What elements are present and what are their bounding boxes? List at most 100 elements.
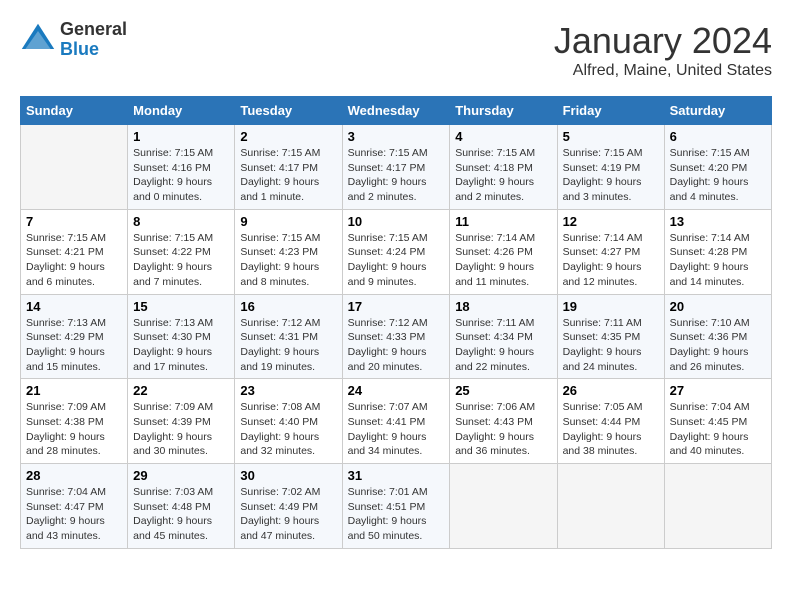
calendar-cell: 19 Sunrise: 7:11 AM Sunset: 4:35 PM Dayl… [557, 294, 664, 379]
calendar-cell: 3 Sunrise: 7:15 AM Sunset: 4:17 PM Dayli… [342, 125, 450, 210]
logo-general-text: General [60, 20, 127, 40]
sunset-text: Sunset: 4:33 PM [348, 331, 426, 343]
sunrise-text: Sunrise: 7:05 AM [563, 401, 643, 413]
sunset-text: Sunset: 4:30 PM [133, 331, 211, 343]
day-number: 24 [348, 383, 445, 398]
cell-content: Sunrise: 7:15 AM Sunset: 4:24 PM Dayligh… [348, 231, 445, 290]
daylight-text: Daylight: 9 hours and 50 minutes. [348, 515, 427, 542]
cell-content: Sunrise: 7:05 AM Sunset: 4:44 PM Dayligh… [563, 400, 659, 459]
sunset-text: Sunset: 4:39 PM [133, 416, 211, 428]
day-number: 22 [133, 383, 229, 398]
daylight-text: Daylight: 9 hours and 45 minutes. [133, 515, 212, 542]
calendar-week-3: 14 Sunrise: 7:13 AM Sunset: 4:29 PM Dayl… [21, 294, 772, 379]
day-number: 25 [455, 383, 551, 398]
day-number: 15 [133, 299, 229, 314]
sunrise-text: Sunrise: 7:09 AM [133, 401, 213, 413]
cell-content: Sunrise: 7:15 AM Sunset: 4:17 PM Dayligh… [240, 146, 336, 205]
calendar-cell: 1 Sunrise: 7:15 AM Sunset: 4:16 PM Dayli… [128, 125, 235, 210]
header-tuesday: Tuesday [235, 97, 342, 125]
day-number: 31 [348, 468, 445, 483]
header-saturday: Saturday [664, 97, 771, 125]
daylight-text: Daylight: 9 hours and 19 minutes. [240, 346, 319, 373]
calendar-week-4: 21 Sunrise: 7:09 AM Sunset: 4:38 PM Dayl… [21, 379, 772, 464]
header-monday: Monday [128, 97, 235, 125]
cell-content: Sunrise: 7:10 AM Sunset: 4:36 PM Dayligh… [670, 316, 766, 375]
sunrise-text: Sunrise: 7:15 AM [670, 147, 750, 159]
daylight-text: Daylight: 9 hours and 9 minutes. [348, 261, 427, 288]
sunrise-text: Sunrise: 7:07 AM [348, 401, 428, 413]
daylight-text: Daylight: 9 hours and 11 minutes. [455, 261, 534, 288]
cell-content: Sunrise: 7:11 AM Sunset: 4:35 PM Dayligh… [563, 316, 659, 375]
calendar-cell: 10 Sunrise: 7:15 AM Sunset: 4:24 PM Dayl… [342, 209, 450, 294]
logo: General Blue [20, 20, 127, 60]
daylight-text: Daylight: 9 hours and 47 minutes. [240, 515, 319, 542]
sunset-text: Sunset: 4:23 PM [240, 246, 318, 258]
sunset-text: Sunset: 4:17 PM [348, 162, 426, 174]
sunset-text: Sunset: 4:35 PM [563, 331, 641, 343]
sunset-text: Sunset: 4:44 PM [563, 416, 641, 428]
cell-content: Sunrise: 7:01 AM Sunset: 4:51 PM Dayligh… [348, 485, 445, 544]
sunset-text: Sunset: 4:29 PM [26, 331, 104, 343]
day-number: 26 [563, 383, 659, 398]
day-number: 28 [26, 468, 122, 483]
calendar-cell: 15 Sunrise: 7:13 AM Sunset: 4:30 PM Dayl… [128, 294, 235, 379]
day-number: 29 [133, 468, 229, 483]
sunrise-text: Sunrise: 7:12 AM [240, 317, 320, 329]
calendar-cell: 17 Sunrise: 7:12 AM Sunset: 4:33 PM Dayl… [342, 294, 450, 379]
day-number: 9 [240, 214, 336, 229]
calendar-cell: 12 Sunrise: 7:14 AM Sunset: 4:27 PM Dayl… [557, 209, 664, 294]
calendar-cell: 11 Sunrise: 7:14 AM Sunset: 4:26 PM Dayl… [450, 209, 557, 294]
sunrise-text: Sunrise: 7:01 AM [348, 486, 428, 498]
sunrise-text: Sunrise: 7:10 AM [670, 317, 750, 329]
daylight-text: Daylight: 9 hours and 34 minutes. [348, 431, 427, 458]
calendar-cell [21, 125, 128, 210]
calendar-cell: 9 Sunrise: 7:15 AM Sunset: 4:23 PM Dayli… [235, 209, 342, 294]
sunrise-text: Sunrise: 7:04 AM [670, 401, 750, 413]
cell-content: Sunrise: 7:13 AM Sunset: 4:29 PM Dayligh… [26, 316, 122, 375]
cell-content: Sunrise: 7:15 AM Sunset: 4:18 PM Dayligh… [455, 146, 551, 205]
sunrise-text: Sunrise: 7:15 AM [348, 232, 428, 244]
sunrise-text: Sunrise: 7:06 AM [455, 401, 535, 413]
sunrise-text: Sunrise: 7:13 AM [26, 317, 106, 329]
calendar-cell: 18 Sunrise: 7:11 AM Sunset: 4:34 PM Dayl… [450, 294, 557, 379]
calendar-cell: 27 Sunrise: 7:04 AM Sunset: 4:45 PM Dayl… [664, 379, 771, 464]
day-number: 6 [670, 129, 766, 144]
cell-content: Sunrise: 7:09 AM Sunset: 4:39 PM Dayligh… [133, 400, 229, 459]
daylight-text: Daylight: 9 hours and 43 minutes. [26, 515, 105, 542]
sunset-text: Sunset: 4:28 PM [670, 246, 748, 258]
sunset-text: Sunset: 4:45 PM [670, 416, 748, 428]
sunset-text: Sunset: 4:24 PM [348, 246, 426, 258]
calendar-body: 1 Sunrise: 7:15 AM Sunset: 4:16 PM Dayli… [21, 125, 772, 549]
calendar-cell: 13 Sunrise: 7:14 AM Sunset: 4:28 PM Dayl… [664, 209, 771, 294]
cell-content: Sunrise: 7:09 AM Sunset: 4:38 PM Dayligh… [26, 400, 122, 459]
daylight-text: Daylight: 9 hours and 8 minutes. [240, 261, 319, 288]
sunset-text: Sunset: 4:17 PM [240, 162, 318, 174]
calendar-cell: 29 Sunrise: 7:03 AM Sunset: 4:48 PM Dayl… [128, 464, 235, 549]
sunset-text: Sunset: 4:22 PM [133, 246, 211, 258]
cell-content: Sunrise: 7:04 AM Sunset: 4:45 PM Dayligh… [670, 400, 766, 459]
calendar-header: Sunday Monday Tuesday Wednesday Thursday… [21, 97, 772, 125]
sunrise-text: Sunrise: 7:15 AM [240, 147, 320, 159]
day-number: 10 [348, 214, 445, 229]
sunrise-text: Sunrise: 7:13 AM [133, 317, 213, 329]
daylight-text: Daylight: 9 hours and 15 minutes. [26, 346, 105, 373]
sunset-text: Sunset: 4:36 PM [670, 331, 748, 343]
daylight-text: Daylight: 9 hours and 0 minutes. [133, 176, 212, 203]
day-number: 11 [455, 214, 551, 229]
cell-content: Sunrise: 7:12 AM Sunset: 4:33 PM Dayligh… [348, 316, 445, 375]
sunrise-text: Sunrise: 7:15 AM [133, 232, 213, 244]
day-number: 30 [240, 468, 336, 483]
calendar-cell: 23 Sunrise: 7:08 AM Sunset: 4:40 PM Dayl… [235, 379, 342, 464]
cell-content: Sunrise: 7:03 AM Sunset: 4:48 PM Dayligh… [133, 485, 229, 544]
day-number: 23 [240, 383, 336, 398]
header-thursday: Thursday [450, 97, 557, 125]
calendar-cell [450, 464, 557, 549]
sunrise-text: Sunrise: 7:15 AM [133, 147, 213, 159]
daylight-text: Daylight: 9 hours and 14 minutes. [670, 261, 749, 288]
sunset-text: Sunset: 4:18 PM [455, 162, 533, 174]
calendar-cell: 26 Sunrise: 7:05 AM Sunset: 4:44 PM Dayl… [557, 379, 664, 464]
daylight-text: Daylight: 9 hours and 2 minutes. [348, 176, 427, 203]
calendar-cell: 30 Sunrise: 7:02 AM Sunset: 4:49 PM Dayl… [235, 464, 342, 549]
cell-content: Sunrise: 7:04 AM Sunset: 4:47 PM Dayligh… [26, 485, 122, 544]
sunrise-text: Sunrise: 7:15 AM [26, 232, 106, 244]
